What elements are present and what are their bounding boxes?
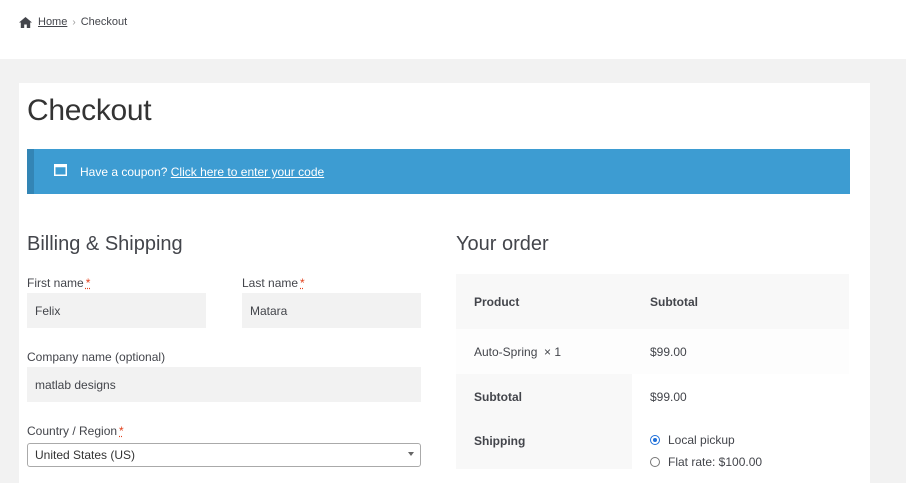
first-name-field[interactable]: Felix bbox=[27, 293, 206, 328]
shipping-option-label: Local pickup bbox=[668, 433, 735, 447]
radio-unchecked-icon[interactable] bbox=[650, 457, 660, 467]
product-column-header: Product bbox=[474, 294, 520, 309]
country-label: Country / Region * bbox=[27, 424, 124, 438]
coupon-prompt: Have a coupon? bbox=[80, 165, 168, 179]
country-label-text: Country / Region bbox=[27, 424, 118, 438]
order-item-qty: × 1 bbox=[544, 344, 562, 359]
breadcrumb-separator: › bbox=[72, 16, 76, 28]
last-name-label: Last name * bbox=[242, 276, 305, 290]
breadcrumb-home-link[interactable]: Home bbox=[38, 16, 67, 28]
shipping-option-flat-rate[interactable]: Flat rate: $100.00 bbox=[650, 455, 762, 469]
order-item-product: Auto-Spring × 1 bbox=[456, 329, 632, 374]
company-name-field[interactable]: matlab designs bbox=[27, 367, 421, 402]
last-name-label-text: Last name bbox=[242, 276, 299, 290]
enter-coupon-link[interactable]: Click here to enter your code bbox=[171, 165, 324, 179]
last-name-field[interactable]: Matara bbox=[242, 293, 421, 328]
required-marker: * bbox=[85, 276, 91, 290]
radio-checked-icon[interactable] bbox=[650, 435, 660, 445]
order-item-name: Auto-Spring bbox=[474, 344, 538, 359]
required-marker: * bbox=[119, 424, 124, 438]
coupon-notice: Have a coupon? Click here to enter your … bbox=[27, 149, 850, 194]
shipping-option-local-pickup[interactable]: Local pickup bbox=[650, 433, 735, 447]
page-title: Checkout bbox=[27, 94, 152, 127]
company-name-label: Company name (optional) bbox=[27, 350, 166, 364]
order-item-price: $99.00 bbox=[650, 344, 687, 359]
home-icon bbox=[19, 16, 32, 28]
coupon-notice-text: Have a coupon? Click here to enter your … bbox=[80, 165, 324, 179]
billing-section-title: Billing & Shipping bbox=[27, 233, 183, 255]
breadcrumb: Home › Checkout bbox=[19, 16, 127, 28]
subtotal-column-header: Subtotal bbox=[650, 294, 698, 309]
shipping-option-label: Flat rate: $100.00 bbox=[668, 455, 763, 469]
chevron-down-icon bbox=[408, 452, 414, 456]
order-section-title: Your order bbox=[456, 233, 549, 255]
top-header: Home › Checkout bbox=[0, 0, 906, 59]
breadcrumb-current: Checkout bbox=[80, 16, 128, 28]
subtotal-value: $99.00 bbox=[632, 374, 849, 419]
first-name-label-text: First name bbox=[27, 276, 84, 290]
subtotal-label: Subtotal bbox=[456, 374, 632, 419]
country-select[interactable]: United States (US) bbox=[27, 443, 421, 467]
window-icon bbox=[54, 164, 67, 176]
order-item-row: Auto-Spring × 1 $99.00 bbox=[456, 329, 849, 374]
country-select-value: United States (US) bbox=[35, 448, 136, 462]
subtotal-row: Subtotal $99.00 bbox=[456, 374, 849, 419]
required-marker: * bbox=[300, 276, 305, 290]
first-name-label: First name * bbox=[27, 276, 90, 290]
order-table-header: Product Subtotal bbox=[456, 274, 849, 329]
